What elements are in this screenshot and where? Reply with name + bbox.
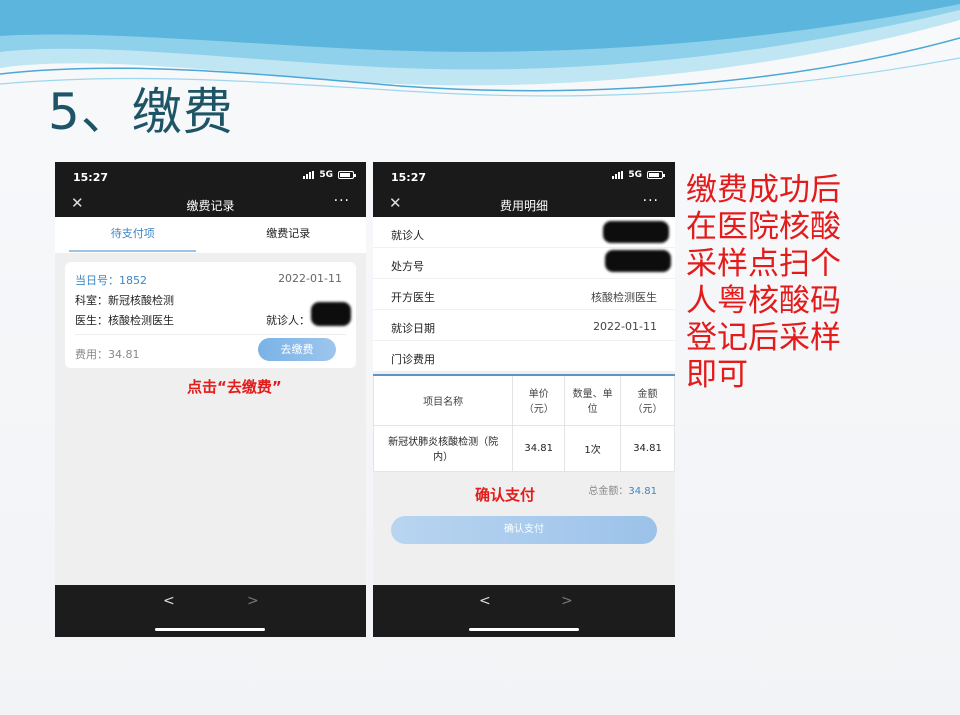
- total-value: 34.81: [628, 486, 657, 497]
- annotation-click-pay: 点击“去缴费”: [187, 378, 282, 396]
- info-label: 就诊日期: [391, 322, 435, 335]
- fee-line: 费用：34.81: [75, 348, 140, 361]
- table-row: 新冠状肺炎核酸检测（院内） 34.81 1次 34.81: [373, 424, 675, 472]
- info-row-visit-date: 就诊日期 2022-01-11: [373, 310, 675, 341]
- confirm-payment-button[interactable]: 确认支付: [391, 516, 657, 544]
- redacted-patient-name: [311, 302, 351, 326]
- network-label: 5G: [628, 170, 642, 180]
- browser-bottom-bar: < >: [373, 585, 675, 637]
- tab-payment-records[interactable]: 缴费记录: [211, 217, 367, 253]
- battery-icon: [647, 171, 665, 179]
- back-icon[interactable]: <: [479, 593, 491, 609]
- info-row-prescription: 处方号: [373, 248, 675, 279]
- status-time: 15:27: [73, 171, 109, 184]
- phone-screenshot-payment-records: 15:27 5G ✕ 缴费记录 ··· 待支付项 缴费记录 当日号：1852 2…: [55, 162, 366, 637]
- info-value: 2022-01-11: [593, 320, 657, 333]
- doctor-line: 医生：核酸检测医生: [75, 314, 174, 327]
- redacted-prescription-number: [605, 250, 671, 272]
- annotation-confirm-pay: 确认支付: [475, 486, 536, 504]
- home-indicator: [155, 628, 265, 631]
- department-line: 科室：新冠核酸检测: [75, 294, 174, 307]
- info-row-patient: 就诊人: [373, 217, 675, 248]
- info-value: 核酸检测医生: [591, 291, 657, 304]
- tab-pending-payment[interactable]: 待支付项: [55, 217, 211, 253]
- info-label: 门诊费用: [391, 353, 435, 366]
- note-line: 缴费成功后: [686, 172, 841, 208]
- instruction-note: 缴费成功后 在医院核酸 采样点扫个 人粤核酸码 登记后采样 即可: [686, 172, 886, 394]
- column-header: 金额（元）: [620, 374, 675, 426]
- note-line: 人粤核酸码: [686, 283, 841, 319]
- slide: 5、缴费 15:27 5G ✕ 缴费记录 ··· 待支付项 缴费记录 当日号：1…: [0, 0, 960, 715]
- info-label: 就诊人: [391, 229, 424, 242]
- signal-icon: [612, 171, 624, 179]
- table-header-row: 项目名称 单价（元） 数量、单位 金额（元）: [373, 374, 675, 426]
- note-line: 登记后采样: [686, 320, 841, 356]
- queue-number: 当日号：1852: [75, 274, 147, 287]
- more-options-icon[interactable]: ···: [334, 193, 350, 209]
- info-row-outpatient-fee: 门诊费用: [373, 341, 675, 372]
- status-indicators: 5G: [612, 170, 665, 180]
- pending-payment-card: 当日号：1852 2022-01-11 科室：新冠核酸检测 医生：核酸检测医生 …: [65, 262, 356, 368]
- card-divider: [75, 334, 346, 335]
- fee-items-table: 项目名称 单价（元） 数量、单位 金额（元） 新冠状肺炎核酸检测（院内） 34.…: [373, 374, 675, 472]
- nav-title: 费用明细: [499, 199, 548, 213]
- nav-bar: ✕ 缴费记录 ···: [55, 190, 366, 217]
- nav-bar: ✕ 费用明细 ···: [373, 190, 675, 217]
- status-indicators: 5G: [303, 170, 356, 180]
- patient-label: 就诊人：: [266, 314, 310, 327]
- redacted-patient-name: [603, 221, 669, 243]
- visit-info-list: 就诊人 处方号 开方医生 核酸检测医生 就诊日期 2022-01-11 门诊费用: [373, 217, 675, 372]
- table-cell: 34.81: [620, 424, 675, 472]
- browser-bottom-bar: < >: [55, 585, 366, 637]
- card-date: 2022-01-11: [278, 272, 342, 285]
- battery-icon: [338, 171, 356, 179]
- network-label: 5G: [319, 170, 333, 180]
- phone-screenshot-fee-details: 15:27 5G ✕ 费用明细 ··· 就诊人 处方号 开方医生 核酸检测医生 …: [373, 162, 675, 637]
- info-label: 开方医生: [391, 291, 435, 304]
- info-label: 处方号: [391, 260, 424, 273]
- column-header: 项目名称: [373, 374, 514, 426]
- info-row-doctor: 开方医生 核酸检测医生: [373, 279, 675, 310]
- active-tab-indicator: [69, 250, 196, 252]
- more-options-icon[interactable]: ···: [643, 193, 659, 209]
- forward-icon[interactable]: >: [561, 593, 573, 609]
- note-line: 即可: [686, 357, 748, 393]
- table-cell: 新冠状肺炎核酸检测（院内）: [373, 424, 514, 472]
- note-line: 采样点扫个: [686, 246, 841, 282]
- table-cell: 34.81: [512, 424, 566, 472]
- home-indicator: [469, 628, 579, 631]
- forward-icon[interactable]: >: [247, 593, 259, 609]
- tab-bar: 待支付项 缴费记录: [55, 217, 366, 253]
- signal-icon: [303, 171, 315, 179]
- column-header: 数量、单位: [564, 374, 622, 426]
- status-bar: 15:27 5G: [55, 162, 366, 190]
- status-bar: 15:27 5G: [373, 162, 675, 190]
- column-header: 单价（元）: [512, 374, 566, 426]
- slide-title: 5、缴费: [48, 83, 234, 141]
- total-amount: 总金额：34.81: [588, 482, 657, 497]
- status-time: 15:27: [391, 171, 427, 184]
- go-pay-button[interactable]: 去缴费: [258, 338, 336, 361]
- nav-title: 缴费记录: [186, 199, 235, 213]
- table-cell: 1次: [564, 424, 622, 472]
- note-line: 在医院核酸: [686, 209, 841, 245]
- back-icon[interactable]: <: [163, 593, 175, 609]
- total-label: 总金额：: [588, 486, 629, 497]
